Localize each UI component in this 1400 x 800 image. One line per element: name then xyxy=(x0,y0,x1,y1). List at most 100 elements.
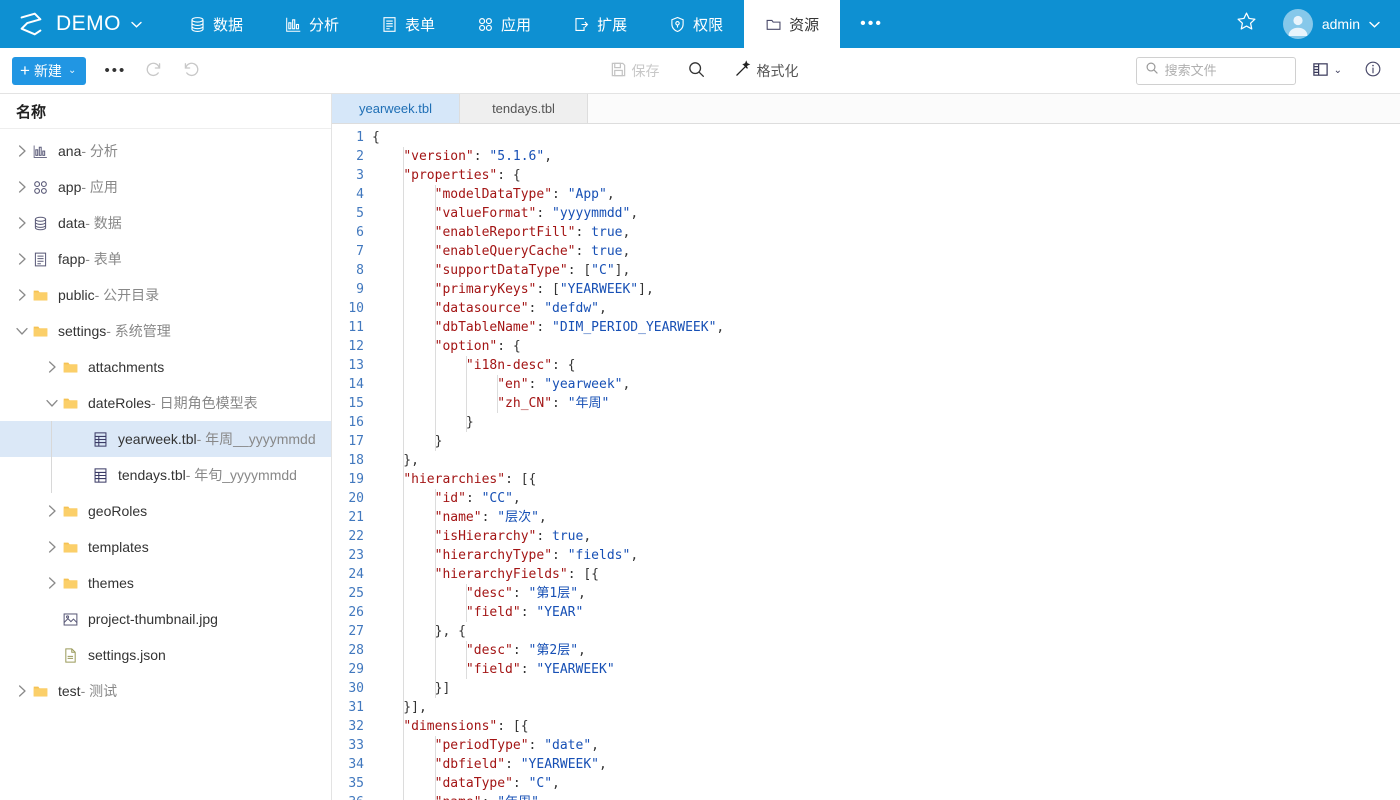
chevron-right-icon[interactable] xyxy=(14,253,30,265)
code-line[interactable]: "version": "5.1.6", xyxy=(372,147,1400,166)
code-line[interactable]: "id": "CC", xyxy=(372,489,1400,508)
chevron-right-icon[interactable] xyxy=(14,217,30,229)
code-line[interactable]: "enableQueryCache": true, xyxy=(372,242,1400,261)
code-line[interactable]: "dbTableName": "DIM_PERIOD_YEARWEEK", xyxy=(372,318,1400,337)
chevron-right-icon[interactable] xyxy=(44,505,60,517)
code-line[interactable]: "primaryKeys": ["YEARWEEK"], xyxy=(372,280,1400,299)
code-line[interactable]: "name": "层次", xyxy=(372,508,1400,527)
user-menu-button[interactable]: admin xyxy=(1273,9,1386,39)
tree-node-georoles[interactable]: geoRoles xyxy=(0,493,331,529)
tree-node-dateroles[interactable]: dateRoles - 日期角色模型表 xyxy=(0,385,331,421)
code-line[interactable]: "desc": "第2层", xyxy=(372,641,1400,660)
code-line[interactable]: "valueFormat": "yyyymmdd", xyxy=(372,204,1400,223)
tree-node-settings-json[interactable]: settings.json xyxy=(0,637,331,673)
code-line[interactable]: "isHierarchy": true, xyxy=(372,527,1400,546)
code-line[interactable]: "field": "YEAR" xyxy=(372,603,1400,622)
tree-node-public[interactable]: public - 公开目录 xyxy=(0,277,331,313)
code-line[interactable]: }, { xyxy=(372,622,1400,641)
find-button[interactable] xyxy=(682,56,712,86)
redo-button[interactable] xyxy=(138,56,168,86)
undo-button[interactable] xyxy=(176,56,206,86)
chevron-down-icon[interactable] xyxy=(14,327,30,336)
line-number: 30 xyxy=(332,679,364,698)
nav-item-resource[interactable]: 资源 xyxy=(744,0,840,48)
tree-node-data[interactable]: data - 数据 xyxy=(0,205,331,241)
tree-node-themes[interactable]: themes xyxy=(0,565,331,601)
code-indent-guide xyxy=(403,679,404,698)
code-editor[interactable]: 1234567891011121314151617181920212223242… xyxy=(332,124,1400,800)
code-line[interactable]: "hierarchies": [{ xyxy=(372,470,1400,489)
search-file-box[interactable] xyxy=(1136,57,1296,85)
toolbar-more-button[interactable]: ••• xyxy=(100,56,130,86)
tree-node-fapp[interactable]: fapp - 表单 xyxy=(0,241,331,277)
code-line[interactable]: } xyxy=(372,432,1400,451)
tree-node-test[interactable]: test - 测试 xyxy=(0,673,331,709)
nav-item-analysis[interactable]: 分析 xyxy=(264,0,360,48)
nav-item-apps[interactable]: 应用 xyxy=(456,0,552,48)
chevron-right-icon[interactable] xyxy=(14,685,30,697)
code-line[interactable]: } xyxy=(372,413,1400,432)
nav-more-button[interactable]: ••• xyxy=(840,0,903,48)
code-line[interactable]: "option": { xyxy=(372,337,1400,356)
code-line[interactable]: "enableReportFill": true, xyxy=(372,223,1400,242)
code-line[interactable]: "i18n-desc": { xyxy=(372,356,1400,375)
nav-item-data[interactable]: 数据 xyxy=(168,0,264,48)
code-token: "name" xyxy=(435,795,482,800)
code-line[interactable]: "datasource": "defdw", xyxy=(372,299,1400,318)
code-token: "年周" xyxy=(568,396,610,411)
code-line[interactable]: "dataType": "C", xyxy=(372,774,1400,793)
code-indent-guide xyxy=(403,147,404,166)
nav-item-form[interactable]: 表单 xyxy=(360,0,456,48)
editor-tab-tendays-tbl[interactable]: tendays.tbl xyxy=(460,94,588,123)
code-line[interactable]: }, xyxy=(372,451,1400,470)
chevron-right-icon[interactable] xyxy=(14,181,30,193)
tree-node-attachments[interactable]: attachments xyxy=(0,349,331,385)
code-indent-guide xyxy=(403,698,404,717)
code-line[interactable]: }], xyxy=(372,698,1400,717)
info-button[interactable] xyxy=(1358,56,1388,86)
save-button[interactable]: 保存 xyxy=(606,56,664,86)
chevron-down-icon[interactable] xyxy=(44,399,60,408)
code-line[interactable]: "supportDataType": ["C"], xyxy=(372,261,1400,280)
chevron-right-icon[interactable] xyxy=(14,289,30,301)
layout-view-button[interactable]: ⌄ xyxy=(1308,56,1346,86)
code-line[interactable]: { xyxy=(372,128,1400,147)
chevron-right-icon[interactable] xyxy=(44,577,60,589)
code-line[interactable]: }] xyxy=(372,679,1400,698)
nav-item-permission[interactable]: 权限 xyxy=(648,0,744,48)
tree-node-templates[interactable]: templates xyxy=(0,529,331,565)
tree-node-app[interactable]: app - 应用 xyxy=(0,169,331,205)
code-line[interactable]: "en": "yearweek", xyxy=(372,375,1400,394)
code-line[interactable]: "hierarchyType": "fields", xyxy=(372,546,1400,565)
tree-node-project-thumbnail-jpg[interactable]: project-thumbnail.jpg xyxy=(0,601,331,637)
favorite-star-button[interactable] xyxy=(1226,11,1267,37)
tree-node-label: themes xyxy=(88,575,134,591)
code-line[interactable]: "modelDataType": "App", xyxy=(372,185,1400,204)
chevron-right-icon[interactable] xyxy=(44,541,60,553)
chevron-right-icon[interactable] xyxy=(14,145,30,157)
code-line[interactable]: "periodType": "date", xyxy=(372,736,1400,755)
tree-node-tendays-tbl[interactable]: tendays.tbl - 年旬_yyyymmdd xyxy=(0,457,331,493)
nav-item-extension[interactable]: 扩展 xyxy=(552,0,648,48)
code-line[interactable]: "dimensions": [{ xyxy=(372,717,1400,736)
code-line[interactable]: "dbfield": "YEARWEEK", xyxy=(372,755,1400,774)
chevron-right-icon[interactable] xyxy=(44,361,60,373)
code-line[interactable]: "zh_CN": "年周" xyxy=(372,394,1400,413)
code-indent-guide xyxy=(403,280,404,299)
code-content[interactable]: { "version": "5.1.6", "properties": { "m… xyxy=(372,124,1400,800)
format-button[interactable]: 格式化 xyxy=(730,56,803,86)
new-button[interactable]: + 新建 ⌄ xyxy=(12,57,86,85)
tree-node-yearweek-tbl[interactable]: yearweek.tbl - 年周__yyyymmdd xyxy=(0,421,331,457)
code-line[interactable]: "properties": { xyxy=(372,166,1400,185)
code-line[interactable]: "field": "YEARWEEK" xyxy=(372,660,1400,679)
tree-node-settings[interactable]: settings - 系统管理 xyxy=(0,313,331,349)
tree-node-ana[interactable]: ana - 分析 xyxy=(0,133,331,169)
code-indent-guide xyxy=(435,622,436,641)
code-line[interactable]: "name": "年周", xyxy=(372,793,1400,800)
code-line[interactable]: "hierarchyFields": [{ xyxy=(372,565,1400,584)
search-input[interactable] xyxy=(1165,63,1287,78)
code-line[interactable]: "desc": "第1层", xyxy=(372,584,1400,603)
brand-logo-button[interactable]: DEMO xyxy=(0,0,156,48)
editor-vertical-scrollbar[interactable] xyxy=(1390,124,1400,800)
editor-tab-yearweek-tbl[interactable]: yearweek.tbl xyxy=(332,94,460,123)
